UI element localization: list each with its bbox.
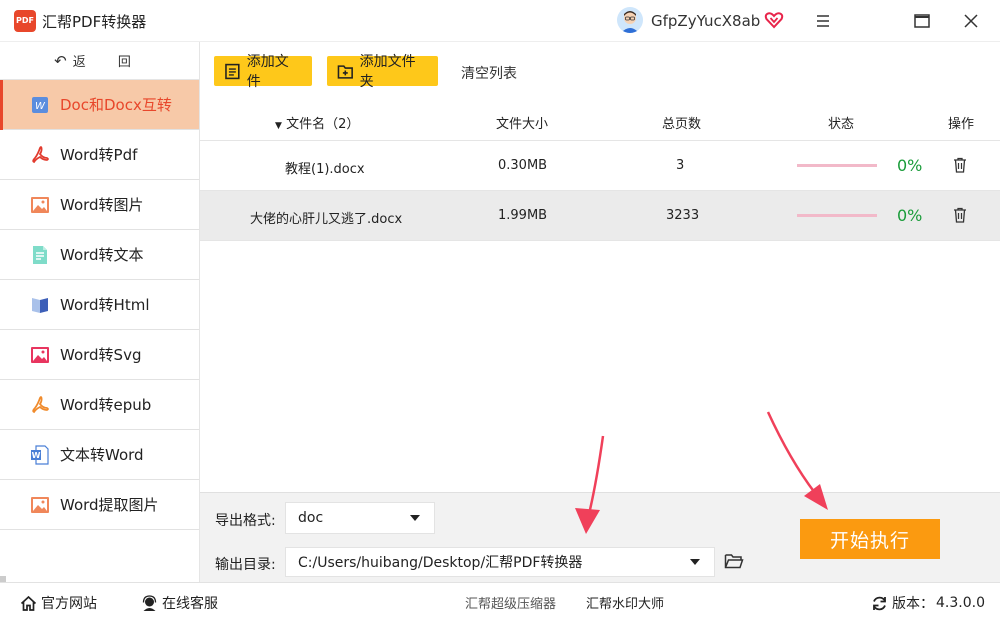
format-value: doc [298,510,324,526]
home-icon [20,595,37,611]
start-button[interactable]: 开始执行 [800,519,940,559]
sidebar-item-label: Word转Svg [60,346,142,364]
pdf-icon [30,145,50,165]
add-file-label: 添加文件 [246,54,289,90]
website-label: 官方网站 [41,596,97,612]
sidebar-item-word-extract-image[interactable]: Word提取图片 [0,480,199,530]
app-title: 汇帮PDF转换器 [42,13,147,31]
output-dir-label: 输出目录: [215,557,276,573]
title-bar: PDF 汇帮PDF转换器 GfpZyYucX8ab [0,0,1000,42]
page-count: 3 [676,158,685,173]
sort-name-header[interactable]: ▼ 文件名（2） [275,113,359,132]
progress-percent: 0% [897,206,923,225]
chevron-down-icon [690,559,700,565]
sidebar-item-label: Word转Pdf [60,146,138,164]
header-status: 状态 [828,117,855,132]
svg-text:W: W [32,451,41,460]
support-label: 在线客服 [162,596,218,612]
add-folder-button[interactable]: 添加文件夹 [327,54,438,90]
extract-image-icon [30,495,50,515]
output-dir-select[interactable]: C:/Users/huibang/Desktop/汇帮PDF转换器 [285,547,715,577]
username[interactable]: GfpZyYucX8ab [651,12,760,30]
sidebar-item-label: Word转文本 [60,246,144,264]
header-size: 文件大小 [496,117,549,132]
sidebar-item-text-word[interactable]: W 文本转Word [0,430,199,480]
back-label: 返 回 [72,55,145,70]
output-settings-panel: 导出格式: doc 输出目录: C:/Users/huibang/Desktop… [200,492,1000,582]
image-icon [30,195,50,215]
maximize-icon[interactable] [911,10,933,32]
delete-icon[interactable] [951,156,969,174]
sidebar-item-word-text[interactable]: Word转文本 [0,230,199,280]
sidebar-item-doc-docx[interactable]: W Doc和Docx互转 [0,80,199,130]
sidebar-item-word-html[interactable]: Word转Html [0,280,199,330]
user-avatar[interactable] [617,7,643,33]
toolbar: 添加文件 添加文件夹 清空列表 [200,42,1000,100]
add-file-icon [225,63,240,79]
page-count: 3233 [666,208,700,223]
text-file-icon [30,245,50,265]
sidebar-item-label: 文本转Word [60,446,144,464]
sort-down-icon: ▼ [275,121,282,131]
file-name: 大佬的心肝儿又逃了.docx [250,212,403,227]
add-folder-icon [337,64,353,79]
svg-image-icon [30,345,50,365]
sidebar-item-word-epub[interactable]: Word转epub [0,380,199,430]
delete-icon[interactable] [951,206,969,224]
app-logo: PDF [14,10,36,32]
support-link[interactable]: 在线客服 [141,593,218,613]
sidebar: ↶ 返 回 W Doc和Docx互转 Word转Pdf Word转图片 Word… [0,42,200,582]
version-value: 4.3.0.0 [936,595,985,611]
vip-heart-icon[interactable] [764,10,784,30]
chevron-down-icon [410,515,420,521]
sidebar-item-label: Word转epub [60,396,152,414]
sidebar-item-word-pdf[interactable]: Word转Pdf [0,130,199,180]
menu-icon[interactable] [812,10,834,32]
sidebar-item-label: Word转图片 [60,196,144,214]
progress-bar [797,164,877,167]
clear-list-button[interactable]: 清空列表 [461,63,517,83]
table-header: ▼ 文件名（2） 文件大小 总页数 状态 操作 [200,100,1000,141]
format-label: 导出格式: [215,513,276,529]
file-name: 教程(1).docx [285,162,365,177]
version-label: 版本： [892,596,934,612]
back-arrow-icon: ↶ [54,51,67,70]
browse-folder-icon[interactable] [724,552,744,570]
header-pages: 总页数 [662,117,702,132]
epub-icon [30,395,50,415]
sidebar-item-word-image[interactable]: Word转图片 [0,180,199,230]
table-row[interactable]: 教程(1).docx 0.30MB 3 0% [200,141,1000,191]
word-icon: W [30,444,50,465]
website-link[interactable]: 官方网站 [20,593,97,613]
version-info[interactable]: 版本： 4.3.0.0 [871,593,985,613]
header-action: 操作 [948,117,975,132]
sidebar-item-label: Word转Html [60,296,150,314]
back-button[interactable]: ↶ 返 回 [0,42,199,80]
file-size: 0.30MB [498,158,548,173]
svg-text:W: W [35,101,46,112]
progress-percent: 0% [897,156,923,175]
html-book-icon [30,295,50,315]
header-name: 文件名（2） [286,117,360,132]
add-folder-label: 添加文件夹 [359,54,416,90]
add-file-button[interactable]: 添加文件 [214,54,312,90]
sidebar-item-label: Doc和Docx互转 [60,96,172,114]
progress-bar [797,214,877,217]
table-row[interactable]: 大佬的心肝儿又逃了.docx 1.99MB 3233 0% [200,191,1000,241]
compressor-link[interactable]: 汇帮超级压缩器 [465,593,556,612]
word-doc-icon: W [30,95,50,115]
sidebar-item-label: Word提取图片 [60,496,159,514]
status-bar: 官方网站 在线客服 汇帮超级压缩器 汇帮水印大师 版本： 4.3.0.0 [0,582,1000,617]
sidebar-item-word-svg[interactable]: Word转Svg [0,330,199,380]
format-select[interactable]: doc [285,502,435,534]
output-dir-value: C:/Users/huibang/Desktop/汇帮PDF转换器 [298,555,583,571]
refresh-icon [873,596,886,610]
customer-service-icon [142,594,157,611]
close-icon[interactable] [960,10,982,32]
watermark-link[interactable]: 汇帮水印大师 [586,593,664,612]
file-size: 1.99MB [498,208,548,223]
